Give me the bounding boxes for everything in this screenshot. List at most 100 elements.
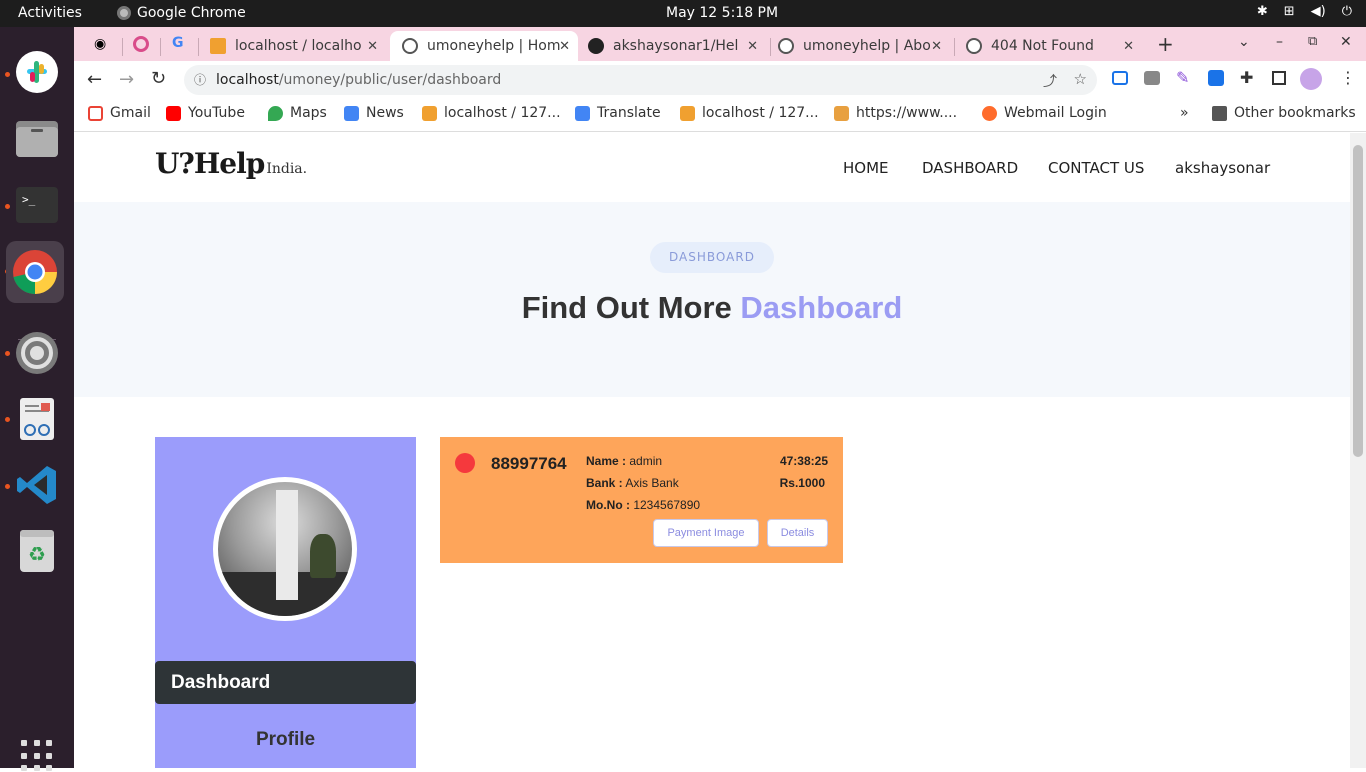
extension-screen-icon[interactable] bbox=[1112, 71, 1128, 85]
close-tab-icon[interactable]: ✕ bbox=[1123, 39, 1134, 54]
document-viewer-icon[interactable] bbox=[11, 393, 63, 445]
payment-image-button[interactable]: Payment Image bbox=[653, 519, 759, 547]
extensions-puzzle-icon[interactable]: ✚ bbox=[1240, 68, 1253, 87]
translate-icon bbox=[575, 105, 590, 121]
phpmyadmin-icon bbox=[210, 38, 226, 54]
show-apps-icon[interactable] bbox=[21, 740, 53, 772]
card-name: Name : admin bbox=[586, 454, 663, 468]
tab-umoneyhelp-home[interactable]: umoneyhelp | Hom ✕ bbox=[390, 31, 578, 61]
nav-contact-us[interactable]: CONTACT US bbox=[1048, 159, 1144, 177]
files-icon[interactable] bbox=[11, 113, 63, 165]
slack-tray-icon[interactable]: ✱ bbox=[1257, 4, 1268, 19]
bookmark-gmail[interactable]: Gmail bbox=[88, 105, 151, 121]
sidebar-item-profile[interactable]: Profile bbox=[155, 729, 416, 751]
hero-section: DASHBOARD Find Out More Dashboard bbox=[74, 202, 1350, 397]
site-logo[interactable]: U?Help India. bbox=[155, 147, 307, 180]
tab-github[interactable]: akshaysonar1/Hel ✕ bbox=[588, 31, 766, 61]
close-tab-icon[interactable]: ✕ bbox=[931, 39, 942, 54]
svg-text:>_: >_ bbox=[22, 193, 36, 206]
tab-label: 404 Not Found bbox=[991, 38, 1094, 54]
close-tab-icon[interactable]: ✕ bbox=[559, 39, 570, 54]
reload-icon[interactable]: ↻ bbox=[151, 68, 166, 89]
other-bookmarks-folder[interactable]: Other bookmarks bbox=[1212, 105, 1356, 121]
pinned-tab-icon[interactable] bbox=[133, 36, 149, 52]
card-bank: Bank : Axis Bank bbox=[586, 476, 679, 490]
close-window-icon[interactable]: ✕ bbox=[1340, 34, 1352, 50]
gmail-icon bbox=[88, 105, 103, 121]
slack-icon[interactable] bbox=[11, 46, 63, 98]
chrome-menu-icon[interactable]: ⋮ bbox=[1340, 68, 1356, 87]
url-text: localhost/umoney/public/user/dashboard bbox=[216, 72, 502, 88]
clock[interactable]: May 12 5:18 PM bbox=[666, 5, 778, 21]
vscode-icon[interactable] bbox=[11, 459, 63, 511]
app-menu[interactable]: Google Chrome bbox=[117, 5, 246, 21]
site-info-icon[interactable]: ⓘ bbox=[194, 71, 206, 88]
bookmark-youtube[interactable]: YouTube bbox=[166, 105, 245, 121]
pen-extension-icon[interactable]: ✎ bbox=[1176, 68, 1189, 87]
ubuntu-dock: >_ ♻ bbox=[0, 27, 74, 772]
nav-home[interactable]: HOME bbox=[843, 159, 889, 177]
github-icon bbox=[588, 38, 604, 54]
restore-icon[interactable]: ⧉ bbox=[1308, 34, 1317, 49]
nav-user-akshaysonar[interactable]: akshaysonar bbox=[1175, 159, 1270, 177]
tab-search-icon[interactable]: ⌄ bbox=[1238, 34, 1250, 50]
sidebar-item-dashboard[interactable]: Dashboard bbox=[155, 661, 416, 704]
new-tab-button[interactable]: + bbox=[1157, 32, 1174, 56]
page-scrollbar[interactable] bbox=[1350, 133, 1366, 768]
system-top-bar: Activities Google Chrome May 12 5:18 PM … bbox=[0, 0, 1366, 27]
address-bar[interactable]: ⓘ localhost/umoney/public/user/dashboard… bbox=[184, 65, 1097, 95]
minimize-icon[interactable]: – bbox=[1276, 34, 1283, 50]
svg-text:♻: ♻ bbox=[28, 542, 46, 566]
running-indicator bbox=[5, 351, 10, 356]
side-panel-icon[interactable] bbox=[1272, 71, 1286, 85]
profile-avatar-icon[interactable] bbox=[1300, 68, 1322, 90]
globe-icon bbox=[402, 38, 418, 54]
card-amount: Rs.1000 bbox=[779, 476, 825, 490]
tab-label: umoneyhelp | Abo bbox=[803, 38, 931, 54]
tab-umoneyhelp-about[interactable]: umoneyhelp | Abo ✕ bbox=[778, 31, 950, 61]
volume-icon[interactable]: ◀) bbox=[1311, 4, 1326, 19]
power-icon[interactable]: ⏻ bbox=[1342, 4, 1352, 19]
globe-icon bbox=[778, 38, 794, 54]
trash-icon[interactable]: ♻ bbox=[11, 525, 63, 577]
bookmark-localhost-1[interactable]: localhost / 127... bbox=[422, 105, 561, 121]
terminal-icon[interactable]: >_ bbox=[11, 179, 63, 231]
bookmark-maps[interactable]: Maps bbox=[268, 105, 327, 121]
payment-card: 88997764 Name : admin Bank : Axis Bank M… bbox=[440, 437, 843, 563]
phpmyadmin-icon bbox=[422, 105, 437, 121]
google-pinned-tab-icon[interactable]: G bbox=[172, 35, 184, 51]
tab-strip: ◉ G localhost / localho ✕ umoneyhelp | H… bbox=[74, 27, 1366, 61]
tab-404[interactable]: 404 Not Found ✕ bbox=[966, 31, 1142, 61]
back-icon[interactable]: ← bbox=[87, 69, 102, 90]
system-tray[interactable]: ✱ ⊞ ◀) ⏻ bbox=[1257, 4, 1352, 19]
card-mobile: Mo.No : 1234567890 bbox=[586, 498, 701, 512]
fi-extension-icon[interactable] bbox=[1208, 70, 1224, 86]
bookmark-translate[interactable]: Translate bbox=[575, 105, 661, 121]
tab-label: localhost / localho bbox=[235, 38, 362, 54]
close-tab-icon[interactable]: ✕ bbox=[367, 39, 378, 54]
bookmark-news[interactable]: News bbox=[344, 105, 404, 121]
settings-icon[interactable] bbox=[11, 327, 63, 379]
scrollbar-thumb[interactable] bbox=[1353, 145, 1363, 457]
details-button[interactable]: Details bbox=[767, 519, 828, 547]
chrome-icon[interactable] bbox=[6, 241, 64, 303]
bookmark-https[interactable]: https://www.... bbox=[834, 105, 957, 121]
network-icon[interactable]: ⊞ bbox=[1284, 4, 1295, 19]
bookmark-localhost-2[interactable]: localhost / 127... bbox=[680, 105, 819, 121]
share-icon[interactable]: ⤴ bbox=[1043, 71, 1057, 91]
activities-button[interactable]: Activities bbox=[18, 5, 82, 21]
github-pinned-tab-icon[interactable]: ◉ bbox=[94, 36, 106, 52]
avatar bbox=[213, 477, 357, 621]
bookmark-webmail[interactable]: Webmail Login bbox=[982, 105, 1107, 121]
chrome-mini-icon bbox=[117, 6, 131, 20]
bookmark-star-icon[interactable]: ☆ bbox=[1074, 70, 1087, 88]
camera-extension-icon[interactable] bbox=[1144, 71, 1160, 85]
tab-phpmyadmin[interactable]: localhost / localho ✕ bbox=[210, 31, 386, 61]
forward-icon[interactable]: → bbox=[119, 69, 134, 90]
card-number: 88997764 bbox=[491, 454, 567, 473]
close-tab-icon[interactable]: ✕ bbox=[747, 39, 758, 54]
bookmarks-overflow-button[interactable]: » bbox=[1180, 105, 1189, 121]
profile-sidebar: Dashboard Profile bbox=[155, 437, 416, 768]
running-indicator bbox=[5, 72, 10, 77]
nav-dashboard[interactable]: DASHBOARD bbox=[922, 159, 1018, 177]
